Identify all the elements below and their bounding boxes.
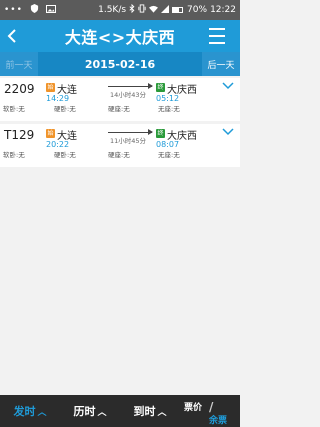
date-label[interactable]: 2015-02-16 [38,58,202,71]
expand-button[interactable] [222,127,234,137]
soft-sleeper-info: 软卧:无 [3,105,25,113]
hard-sleeper-info: 硬卧:无 [54,151,76,159]
soft-sleeper-info: 软卧:无 [3,151,25,159]
menu-button[interactable] [209,28,225,44]
signal-icon [161,4,170,16]
hard-seat-info: 硬座:无 [108,105,130,113]
sort-arrive-button[interactable]: 到时 ︿ [120,395,180,427]
prev-day-button[interactable]: 前一天 [0,52,38,76]
divider-slash-icon: / [209,400,214,414]
app-header: 大连<>大庆西 [0,20,240,52]
more-dots-icon: ••• [4,5,23,15]
sort-arrive-label: 到时 [133,405,156,418]
chevron-left-icon [7,29,16,43]
next-day-button[interactable]: 后一天 [202,52,240,76]
sort-depart-label: 发时 [13,405,36,418]
date-bar: 前一天 2015-02-16 后一天 [0,52,240,76]
duration: 14小时43分 [110,91,147,99]
chevron-up-icon: ︿ [157,407,167,418]
remain-label: 余票 [209,416,228,426]
price-remain-toggle[interactable]: 票价 / 余票 [180,395,240,427]
bluetooth-icon [129,3,135,16]
hard-seat-info: 硬座:无 [108,151,130,159]
price-label: 票价 [184,403,203,413]
sort-bar: 发时 ︿ 历时 ︿ 到时 ︿ 票价 / 余票 [0,395,240,427]
chevron-down-icon [222,128,234,136]
sort-duration-button[interactable]: 历时 ︿ [60,395,120,427]
arrive-time: 05:12 [156,94,180,103]
sort-depart-button[interactable]: 发时 ︿ [0,395,60,427]
chevron-up-icon: ︿ [97,407,107,418]
vibrate-icon [138,4,146,16]
battery-percent: 70% [187,5,208,15]
chevron-up-icon: ︿ [37,407,47,418]
hard-sleeper-info: 硬卧:无 [54,105,76,113]
depart-time: 20:22 [46,140,70,149]
battery-icon [172,7,184,13]
route-arrow-icon [108,83,153,89]
start-station-icon: 始 [46,83,55,92]
depart-time: 14:29 [46,94,70,103]
train-row[interactable]: 2209 软卧:无 始 大连 14:29 硬卧:无 14小时43分 硬座:无 终… [0,78,240,121]
train-number: 2209 [4,82,35,96]
network-speed: 1.5K/s [98,5,127,15]
menu-icon [209,28,225,30]
route-arrow-icon [108,129,153,135]
no-seat-info: 无座:无 [158,151,180,159]
image-icon [45,4,56,16]
back-button[interactable] [6,24,26,48]
arrive-time: 08:07 [156,140,180,149]
train-list: 2209 软卧:无 始 大连 14:29 硬卧:无 14小时43分 硬座:无 终… [0,78,240,170]
clock: 12:22 [210,5,236,15]
no-seat-info: 无座:无 [158,105,180,113]
wifi-icon [149,5,159,16]
train-number: T129 [4,128,35,142]
page-title: 大连<>大庆西 [64,28,176,47]
end-station-icon: 终 [156,83,165,92]
status-bar: ••• 1.5K/s 70% 12:22 [0,0,240,20]
train-row[interactable]: T129 软卧:无 始 大连 20:22 硬卧:无 11小时45分 硬座:无 终… [0,124,240,167]
shield-icon [30,4,39,16]
duration: 11小时45分 [110,137,147,145]
start-station-icon: 始 [46,129,55,138]
expand-button[interactable] [222,81,234,91]
chevron-down-icon [222,82,234,90]
end-station-icon: 终 [156,129,165,138]
sort-duration-label: 历时 [73,405,96,418]
